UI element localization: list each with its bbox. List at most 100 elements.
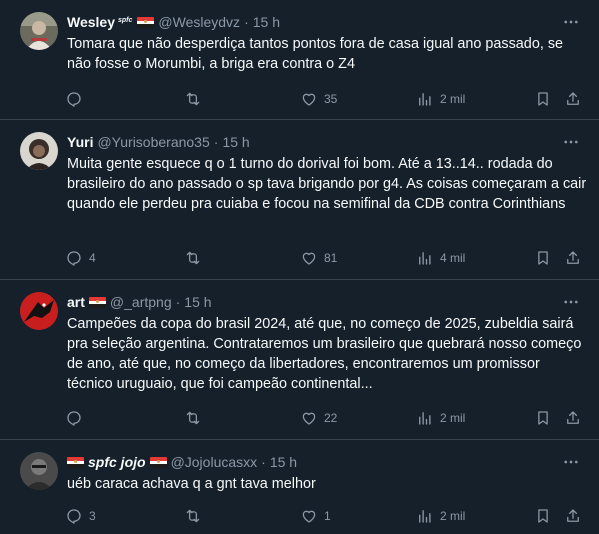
tweet[interactable]: Wesley spfc @Wesleydvz · 15 h Tomara que… bbox=[0, 0, 599, 120]
timestamp[interactable]: 15 h bbox=[270, 454, 297, 470]
flag-icon bbox=[137, 16, 155, 28]
heart-icon bbox=[300, 90, 318, 108]
tweet-text: Muita gente esquece q o 1 turno do doriv… bbox=[67, 156, 587, 212]
views-button[interactable]: 2 mil bbox=[416, 408, 465, 428]
share-icon bbox=[564, 409, 582, 427]
tweet-header: spfc jojo @Jojolucasxx · 15 h bbox=[67, 452, 297, 472]
action-bar: 4 81 4 mil bbox=[60, 248, 583, 268]
avatar[interactable] bbox=[20, 292, 58, 330]
action-bar: 3 1 2 mil bbox=[60, 506, 583, 526]
like-count: 81 bbox=[324, 251, 338, 265]
handle[interactable]: @Jojolucasxx bbox=[171, 454, 258, 470]
retweet-icon bbox=[184, 249, 202, 267]
bookmark-button[interactable] bbox=[534, 408, 552, 428]
more-icon[interactable] bbox=[561, 132, 581, 152]
reply-icon bbox=[65, 249, 83, 267]
like-button[interactable]: 1 bbox=[300, 506, 331, 526]
more-icon[interactable] bbox=[561, 452, 581, 472]
bookmark-icon bbox=[534, 90, 552, 108]
reply-button[interactable]: 3 bbox=[65, 506, 96, 526]
avatar[interactable] bbox=[20, 12, 58, 50]
views-count: 2 mil bbox=[440, 92, 466, 106]
share-button[interactable] bbox=[564, 248, 582, 268]
views-icon bbox=[416, 90, 434, 108]
like-button[interactable]: 22 bbox=[300, 408, 337, 428]
more-icon[interactable] bbox=[561, 292, 581, 312]
views-count: 2 mil bbox=[440, 411, 466, 425]
retweet-button[interactable] bbox=[184, 506, 208, 526]
reply-count: 4 bbox=[89, 251, 96, 265]
handle[interactable]: @Yurisoberano35 bbox=[97, 134, 209, 150]
reply-icon bbox=[65, 409, 83, 427]
flag-icon bbox=[67, 456, 84, 468]
share-button[interactable] bbox=[564, 408, 582, 428]
heart-icon bbox=[300, 249, 318, 267]
timestamp[interactable]: 15 h bbox=[222, 134, 249, 150]
tweet[interactable]: art @_artpng · 15 h Campeões da copa do … bbox=[0, 280, 599, 440]
like-button[interactable]: 35 bbox=[300, 89, 337, 109]
share-icon bbox=[564, 90, 582, 108]
retweet-icon bbox=[184, 507, 202, 525]
reply-button[interactable] bbox=[65, 89, 89, 109]
display-name[interactable]: Wesley bbox=[67, 14, 115, 30]
reply-icon bbox=[65, 90, 83, 108]
views-icon bbox=[416, 409, 434, 427]
tweet[interactable]: Yuri @Yurisoberano35 · 15 h Muita gente … bbox=[0, 120, 599, 280]
feed: Wesley spfc @Wesleydvz · 15 h Tomara que… bbox=[0, 0, 599, 534]
share-button[interactable] bbox=[564, 506, 582, 526]
bookmark-icon bbox=[534, 507, 552, 525]
share-icon bbox=[564, 249, 582, 267]
separator-dot: · bbox=[213, 134, 219, 150]
display-name[interactable]: art bbox=[67, 294, 85, 310]
avatar[interactable] bbox=[20, 452, 58, 490]
separator-dot: · bbox=[244, 14, 249, 30]
name-tag: spfc bbox=[118, 16, 133, 24]
views-count: 2 mil bbox=[440, 509, 466, 523]
handle[interactable]: @Wesleydvz bbox=[158, 14, 240, 30]
retweet-icon bbox=[184, 90, 202, 108]
flag-icon bbox=[149, 456, 167, 468]
views-button[interactable]: 4 mil bbox=[416, 248, 465, 268]
timestamp[interactable]: 15 h bbox=[184, 294, 211, 310]
more-icon[interactable] bbox=[561, 12, 581, 32]
display-name[interactable]: Yuri bbox=[67, 134, 93, 150]
bookmark-button[interactable] bbox=[534, 506, 552, 526]
action-bar: 35 2 mil bbox=[60, 89, 583, 109]
views-count: 4 mil bbox=[440, 251, 466, 265]
tweet-header: Wesley spfc @Wesleydvz · 15 h bbox=[67, 12, 280, 32]
bookmark-icon bbox=[534, 249, 552, 267]
avatar[interactable] bbox=[20, 132, 58, 170]
tweet-text: Tomara que não desperdiça tantos pontos … bbox=[67, 36, 564, 72]
bookmark-button[interactable] bbox=[534, 89, 552, 109]
heart-icon bbox=[300, 409, 318, 427]
retweet-button[interactable] bbox=[184, 89, 208, 109]
share-button[interactable] bbox=[564, 89, 582, 109]
retweet-button[interactable] bbox=[184, 248, 208, 268]
like-count: 22 bbox=[324, 411, 338, 425]
tweet-text: uéb caraca achava q a gnt tava melhor bbox=[67, 476, 316, 492]
reply-button[interactable] bbox=[65, 408, 89, 428]
reply-button[interactable]: 4 bbox=[65, 248, 96, 268]
action-bar: 22 2 mil bbox=[60, 408, 583, 428]
views-button[interactable]: 2 mil bbox=[416, 89, 465, 109]
bookmark-button[interactable] bbox=[534, 248, 552, 268]
bookmark-icon bbox=[534, 409, 552, 427]
like-button[interactable]: 81 bbox=[300, 248, 337, 268]
views-icon bbox=[416, 507, 434, 525]
tweet[interactable]: spfc jojo @Jojolucasxx · 15 h uéb caraca… bbox=[0, 440, 599, 534]
like-count: 1 bbox=[324, 509, 331, 523]
tweet-header: art @_artpng · 15 h bbox=[67, 292, 212, 312]
reply-count: 3 bbox=[89, 509, 96, 523]
handle[interactable]: @_artpng bbox=[110, 294, 172, 310]
like-count: 35 bbox=[324, 92, 338, 106]
display-name[interactable]: spfc jojo bbox=[88, 454, 146, 470]
heart-icon bbox=[300, 507, 318, 525]
tweet-text: Campeões da copa do brasil 2024, até que… bbox=[67, 316, 582, 392]
retweet-button[interactable] bbox=[184, 408, 208, 428]
timestamp[interactable]: 15 h bbox=[253, 14, 280, 30]
share-icon bbox=[564, 507, 582, 525]
views-button[interactable]: 2 mil bbox=[416, 506, 465, 526]
views-icon bbox=[416, 249, 434, 267]
retweet-icon bbox=[184, 409, 202, 427]
separator-dot: · bbox=[175, 294, 181, 310]
